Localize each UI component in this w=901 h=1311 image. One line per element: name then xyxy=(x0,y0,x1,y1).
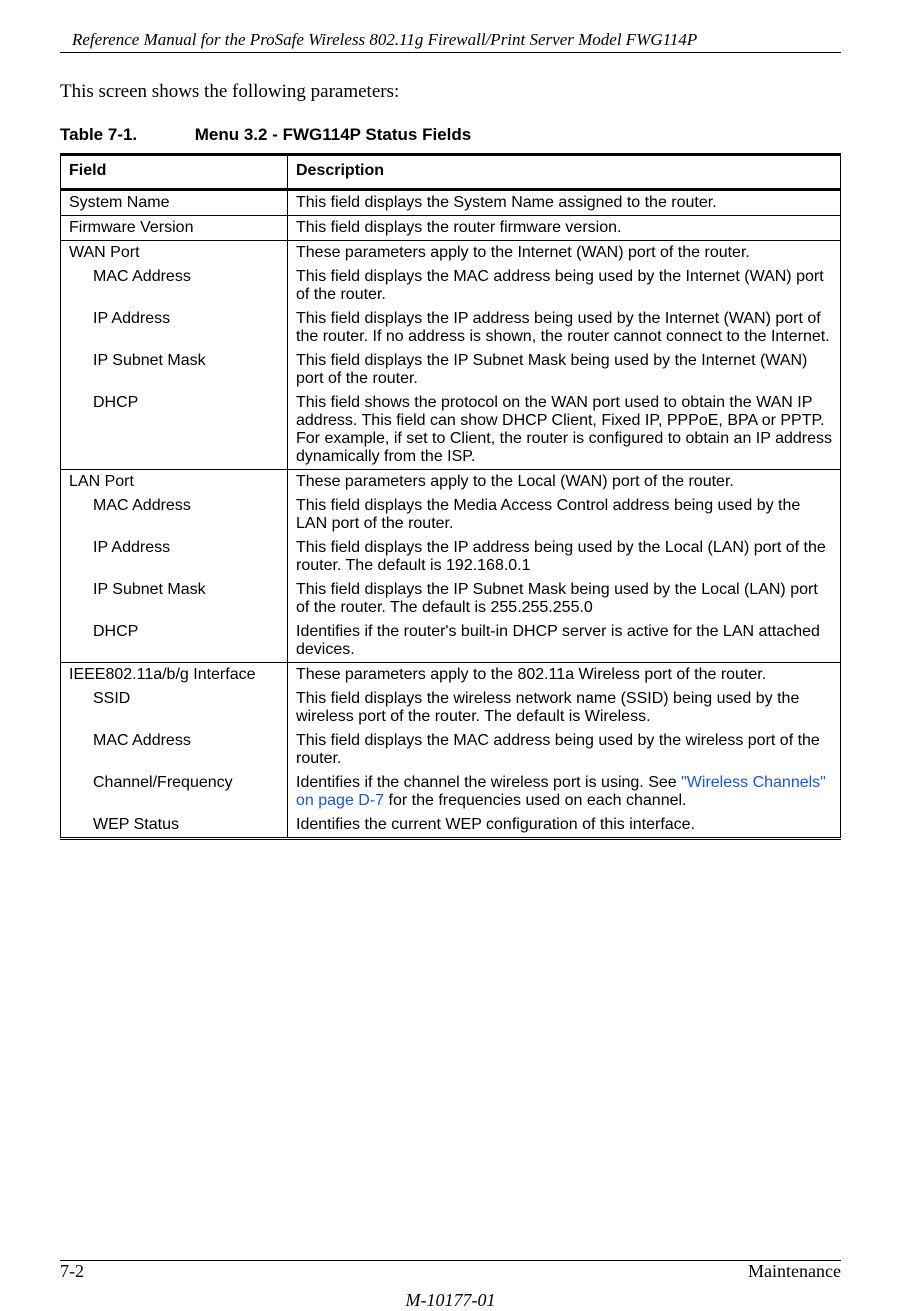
field-name: SSID xyxy=(61,687,288,729)
table-row: IP Subnet Mask This field displays the I… xyxy=(61,349,841,391)
table-row: IP Address This field displays the IP ad… xyxy=(61,536,841,578)
field-desc: These parameters apply to the 802.11a Wi… xyxy=(288,663,841,688)
field-desc: This field displays the IP address being… xyxy=(288,536,841,578)
table-caption: Table 7-1. Menu 3.2 - FWG114P Status Fie… xyxy=(60,125,841,145)
intro-text: This screen shows the following paramete… xyxy=(60,81,841,103)
field-desc: This field displays the MAC address bein… xyxy=(288,729,841,771)
running-header: Reference Manual for the ProSafe Wireles… xyxy=(60,0,841,53)
field-desc: Identifies the current WEP configuration… xyxy=(288,813,841,839)
status-fields-table: Field Description System Name This field… xyxy=(60,153,841,840)
header-field: Field xyxy=(61,155,288,190)
table-row: System Name This field displays the Syst… xyxy=(61,190,841,216)
field-desc: This field displays the wireless network… xyxy=(288,687,841,729)
field-desc: This field displays the router firmware … xyxy=(288,216,841,241)
table-row: WEP Status Identifies the current WEP co… xyxy=(61,813,841,839)
page-footer: 7-2 Maintenance xyxy=(60,1260,841,1282)
field-desc: This field shows the protocol on the WAN… xyxy=(288,391,841,470)
table-row: IEEE802.11a/b/g Interface These paramete… xyxy=(61,663,841,688)
page-number: 7-2 xyxy=(60,1261,84,1282)
field-name: IP Address xyxy=(61,536,288,578)
field-name: LAN Port xyxy=(61,470,288,495)
field-desc: Identifies if the router's built-in DHCP… xyxy=(288,620,841,663)
field-desc: These parameters apply to the Local (WAN… xyxy=(288,470,841,495)
field-desc: This field displays the System Name assi… xyxy=(288,190,841,216)
table-row: IP Address This field displays the IP ad… xyxy=(61,307,841,349)
field-name: WEP Status xyxy=(61,813,288,839)
table-number: Table 7-1. xyxy=(60,125,190,145)
field-name: IEEE802.11a/b/g Interface xyxy=(61,663,288,688)
field-name: IP Subnet Mask xyxy=(61,578,288,620)
table-row: DHCP Identifies if the router's built-in… xyxy=(61,620,841,663)
field-desc: This field displays the IP Subnet Mask b… xyxy=(288,349,841,391)
table-title: Menu 3.2 - FWG114P Status Fields xyxy=(195,125,471,144)
field-name: DHCP xyxy=(61,620,288,663)
section-name: Maintenance xyxy=(748,1261,841,1282)
table-header-row: Field Description xyxy=(61,155,841,190)
field-name: DHCP xyxy=(61,391,288,470)
table-row: WAN Port These parameters apply to the I… xyxy=(61,241,841,266)
table-row: LAN Port These parameters apply to the L… xyxy=(61,470,841,495)
field-name: MAC Address xyxy=(61,265,288,307)
table-row: SSID This field displays the wireless ne… xyxy=(61,687,841,729)
field-name: IP Subnet Mask xyxy=(61,349,288,391)
field-name: System Name xyxy=(61,190,288,216)
table-row: Channel/Frequency Identifies if the chan… xyxy=(61,771,841,813)
table-row: MAC Address This field displays the Medi… xyxy=(61,494,841,536)
field-desc: Identifies if the channel the wireless p… xyxy=(288,771,841,813)
field-desc: This field displays the MAC address bein… xyxy=(288,265,841,307)
table-row: MAC Address This field displays the MAC … xyxy=(61,729,841,771)
field-desc: This field displays the IP address being… xyxy=(288,307,841,349)
field-name: WAN Port xyxy=(61,241,288,266)
table-row: DHCP This field shows the protocol on th… xyxy=(61,391,841,470)
header-description: Description xyxy=(288,155,841,190)
field-name: MAC Address xyxy=(61,494,288,536)
table-row: IP Subnet Mask This field displays the I… xyxy=(61,578,841,620)
field-name: Channel/Frequency xyxy=(61,771,288,813)
field-desc: This field displays the Media Access Con… xyxy=(288,494,841,536)
table-row: MAC Address This field displays the MAC … xyxy=(61,265,841,307)
field-name: MAC Address xyxy=(61,729,288,771)
document-number: M-10177-01 xyxy=(60,1290,841,1311)
field-name: IP Address xyxy=(61,307,288,349)
table-row: Firmware Version This field displays the… xyxy=(61,216,841,241)
field-desc: These parameters apply to the Internet (… xyxy=(288,241,841,266)
field-desc: This field displays the IP Subnet Mask b… xyxy=(288,578,841,620)
field-name: Firmware Version xyxy=(61,216,288,241)
